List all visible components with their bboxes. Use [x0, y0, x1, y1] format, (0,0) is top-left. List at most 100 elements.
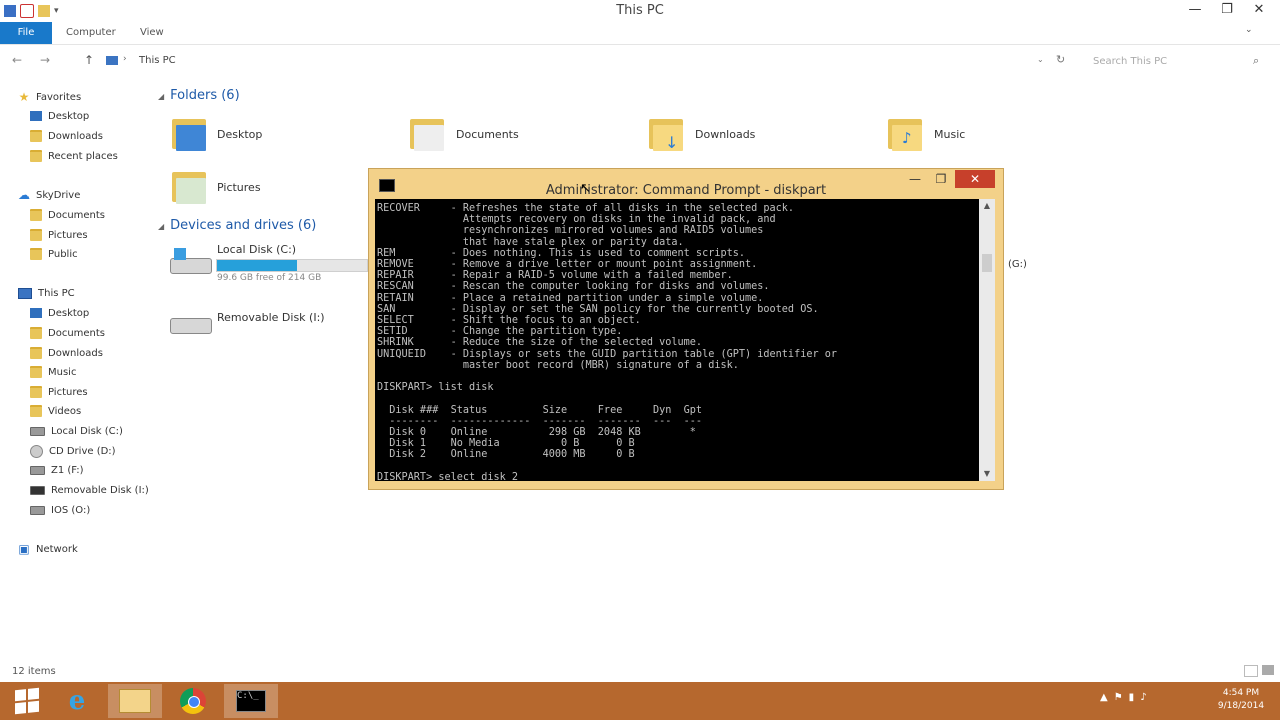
nav-pc-z1[interactable]: Z1 (F:) [30, 461, 84, 479]
folder-icon [30, 386, 42, 398]
details-view-icon[interactable] [1244, 665, 1258, 677]
folder-music-label[interactable]: Music [934, 128, 965, 141]
search-icon[interactable]: ⌕ [1253, 54, 1259, 68]
search-box[interactable]: Search This PC ⌕ [1082, 51, 1270, 73]
cmd-scrollbar[interactable]: ▲ ▼ [979, 199, 995, 481]
computer-icon [18, 287, 32, 299]
this-pc-icon [106, 56, 118, 65]
nav-pc-documents[interactable]: Documents [30, 324, 105, 342]
expand-ribbon-icon[interactable]: ⌄ [1245, 25, 1253, 35]
nav-pc-videos[interactable]: Videos [30, 402, 81, 420]
clock-date: 9/18/2014 [1217, 701, 1265, 711]
large-icons-view-icon[interactable] [1262, 665, 1274, 675]
nav-pc-downloads[interactable]: Downloads [30, 344, 103, 362]
nav-network[interactable]: ▣ Network [18, 540, 77, 558]
nav-pc-music[interactable]: Music [30, 363, 76, 381]
console-text: RECOVER - Refreshes the state of all dis… [377, 203, 838, 481]
view-tab[interactable]: View [140, 27, 164, 38]
drive-g-label[interactable]: (G:) [1008, 259, 1027, 270]
nav-pc-desktop[interactable]: Desktop [30, 304, 89, 322]
documents-folder-icon[interactable] [408, 115, 446, 153]
close-button[interactable]: ✕ [1244, 0, 1274, 20]
folders-group-header[interactable]: ◢ Folders (6) [158, 88, 240, 103]
scroll-up-icon[interactable]: ▲ [979, 201, 995, 210]
cloud-icon: ☁ [18, 188, 30, 202]
command-prompt-window[interactable]: Administrator: Command Prompt - diskpart… [368, 168, 1004, 490]
local-disk-icon[interactable] [170, 248, 212, 274]
chrome-taskbar-button[interactable] [166, 684, 220, 718]
clock[interactable]: 4:54 PM 9/18/2014 [1210, 687, 1272, 713]
folder-icon [30, 327, 42, 339]
computer-tab[interactable]: Computer [66, 27, 116, 38]
action-center-icon[interactable]: ⚑ [1114, 692, 1129, 703]
system-tray[interactable]: ▲⚑▮♪ [1100, 692, 1153, 703]
file-tab[interactable]: File [0, 22, 52, 44]
forward-button[interactable]: → [40, 53, 50, 67]
nav-this-pc[interactable]: This PC [18, 284, 75, 302]
nav-pc-pictures[interactable]: Pictures [30, 383, 88, 401]
nav-pc-removable[interactable]: Removable Disk (I:) [30, 481, 149, 499]
nav-pc-local-disk[interactable]: Local Disk (C:) [30, 422, 123, 440]
folder-documents-label[interactable]: Documents [456, 128, 519, 141]
removable-disk-label[interactable]: Removable Disk (I:) [217, 311, 325, 324]
scroll-thumb[interactable] [982, 254, 992, 272]
local-disk-label[interactable]: Local Disk (C:) [217, 243, 296, 256]
nav-fav-recent[interactable]: Recent places [30, 147, 118, 165]
cmd-close-button[interactable]: ✕ [955, 170, 995, 188]
search-input[interactable]: Search This PC [1093, 56, 1167, 67]
removable-drive-icon [30, 485, 45, 495]
local-disk-free-space: 99.6 GB free of 214 GB [217, 273, 322, 283]
pictures-folder-icon[interactable] [170, 168, 208, 206]
file-explorer-taskbar-button[interactable] [108, 684, 162, 718]
music-folder-icon[interactable]: ♪ [886, 115, 924, 153]
desktop-icon [30, 308, 42, 318]
taskbar: e C:\_ ▲⚑▮♪ 4:54 PM 9/18/2014 [0, 682, 1280, 720]
cmd-minimize-button[interactable]: — [905, 172, 925, 186]
console-output[interactable]: RECOVER - Refreshes the state of all dis… [375, 199, 979, 481]
collapse-triangle-icon: ◢ [158, 222, 165, 231]
minimize-button[interactable]: — [1180, 0, 1210, 20]
address-dropdown-icon[interactable]: ⌄ [1037, 55, 1044, 64]
folder-icon [30, 248, 42, 260]
devices-group-header[interactable]: ◢ Devices and drives (6) [158, 218, 316, 233]
nav-fav-downloads[interactable]: Downloads [30, 127, 103, 145]
folder-icon [30, 405, 42, 417]
breadcrumb-chevron-icon[interactable]: › [123, 54, 127, 64]
nav-pc-ios[interactable]: IOS (O:) [30, 501, 90, 519]
mouse-cursor-icon: ↖ [580, 181, 591, 196]
start-button[interactable] [0, 684, 54, 718]
nav-favorites[interactable]: ★ Favorites [18, 88, 82, 106]
folder-icon [30, 150, 42, 162]
folder-downloads-label[interactable]: Downloads [695, 128, 755, 141]
up-button[interactable]: ↑ [84, 53, 94, 67]
refresh-icon[interactable]: ↻ [1056, 53, 1065, 66]
cmd-maximize-button[interactable]: ❐ [931, 172, 951, 186]
downloads-folder-icon[interactable]: ↓ [647, 115, 685, 153]
desktop-folder-icon[interactable] [170, 115, 208, 153]
star-icon: ★ [18, 90, 30, 104]
network-tray-icon[interactable]: ▮ [1129, 692, 1141, 703]
maximize-button[interactable]: ❐ [1212, 0, 1242, 20]
tray-chevron-icon[interactable]: ▲ [1100, 692, 1114, 703]
command-prompt-taskbar-button[interactable]: C:\_ [224, 684, 278, 718]
network-icon: ▣ [18, 542, 30, 556]
internet-explorer-taskbar-button[interactable]: e [50, 684, 104, 718]
back-button[interactable]: ← [12, 53, 22, 67]
folder-desktop-label[interactable]: Desktop [217, 128, 262, 141]
nav-skydrive[interactable]: ☁ SkyDrive [18, 186, 80, 204]
nav-sky-pictures[interactable]: Pictures [30, 226, 88, 244]
nav-pc-cd-drive[interactable]: CD Drive (D:) [30, 442, 116, 460]
address-path[interactable]: This PC [139, 55, 176, 66]
scroll-down-icon[interactable]: ▼ [979, 469, 995, 478]
removable-disk-icon[interactable] [170, 308, 212, 334]
window-title: This PC [616, 3, 664, 18]
nav-sky-public[interactable]: Public [30, 245, 78, 263]
command-prompt-icon: C:\_ [236, 690, 266, 712]
folder-pictures-label[interactable]: Pictures [217, 181, 261, 194]
explorer-title-bar: ▾ This PC — ❐ ✕ [0, 0, 1280, 22]
chrome-icon [180, 688, 206, 714]
nav-fav-desktop[interactable]: Desktop [30, 107, 89, 125]
nav-sky-documents[interactable]: Documents [30, 206, 105, 224]
volume-icon[interactable]: ♪ [1140, 692, 1152, 703]
folder-icon [30, 130, 42, 142]
